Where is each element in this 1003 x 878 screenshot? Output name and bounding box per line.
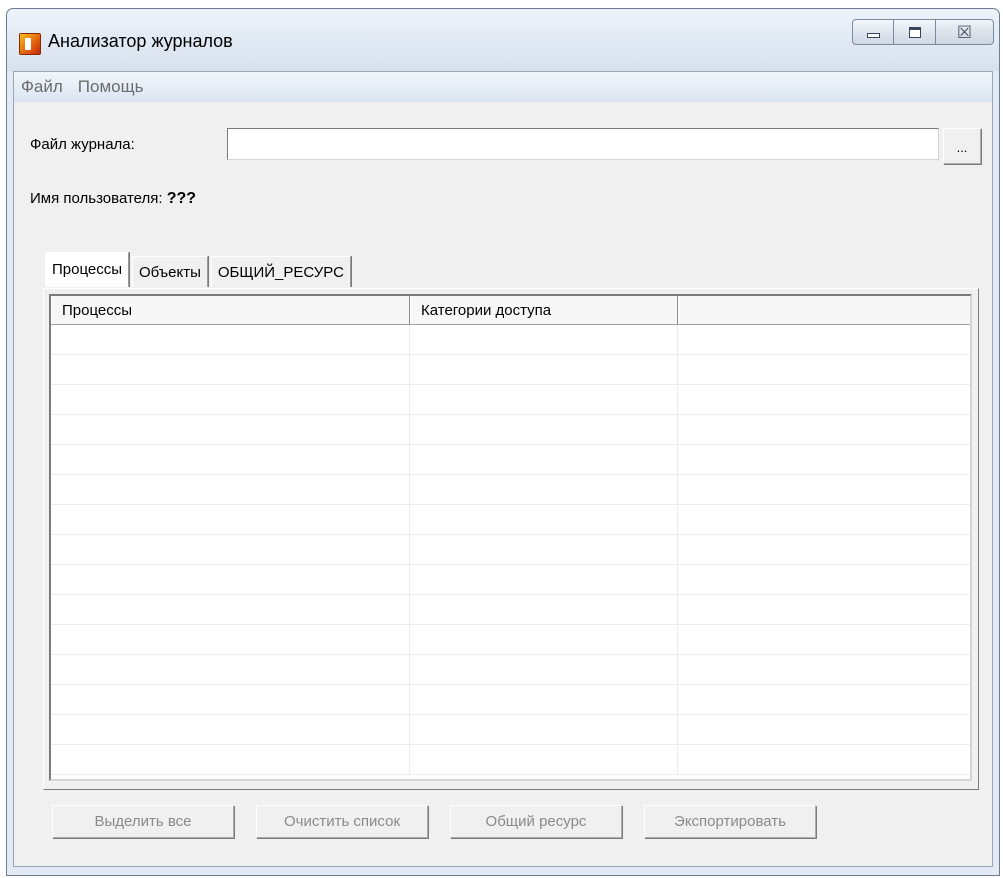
table-cell (51, 445, 410, 474)
table-cell (410, 415, 678, 444)
table-cell (678, 595, 970, 624)
column-header-empty[interactable] (678, 296, 970, 324)
column-header-access-categories[interactable]: Категории доступа (410, 296, 678, 324)
menu-file[interactable]: Файл (14, 77, 63, 97)
table-cell (410, 655, 678, 684)
table-cell (51, 595, 410, 624)
menu-help[interactable]: Помощь (71, 77, 144, 97)
minimize-button[interactable] (852, 19, 894, 45)
table-cell (678, 415, 970, 444)
table-cell (51, 385, 410, 414)
table-cell (678, 565, 970, 594)
table-cell (51, 625, 410, 654)
table-cell (678, 385, 970, 414)
maximize-button[interactable] (894, 19, 936, 45)
tab-shared-resource[interactable]: ОБЩИЙ_РЕСУРС (210, 256, 351, 287)
processes-list[interactable]: Процессы Категории доступа (49, 294, 972, 781)
window-title: Анализатор журналов (48, 31, 233, 51)
shared-resource-button[interactable]: Общий ресурс (450, 805, 622, 838)
table-row (51, 565, 970, 595)
table-cell (410, 355, 678, 384)
table-cell (410, 445, 678, 474)
table-cell (410, 565, 678, 594)
table-cell (51, 325, 410, 354)
table-row (51, 715, 970, 745)
table-row (51, 355, 970, 385)
table-row (51, 385, 970, 415)
tab-panel-processes: Процессы Категории доступа (43, 288, 979, 790)
table-cell (51, 715, 410, 744)
table-cell (678, 715, 970, 744)
table-row (51, 625, 970, 655)
table-cell (678, 625, 970, 654)
table-cell (678, 445, 970, 474)
close-button[interactable]: ☒ (936, 19, 994, 45)
close-icon: ☒ (956, 22, 973, 42)
table-row (51, 325, 970, 355)
table-cell (678, 745, 970, 774)
window-controls: ☒ (852, 19, 994, 45)
table-cell (678, 655, 970, 684)
table-row (51, 505, 970, 535)
table-row (51, 415, 970, 445)
table-cell (410, 745, 678, 774)
column-header-processes[interactable]: Процессы (51, 296, 410, 324)
table-cell (51, 415, 410, 444)
file-label: Файл журнала: (30, 136, 135, 153)
list-header: Процессы Категории доступа (51, 296, 970, 325)
action-buttons: Выделить все Очистить список Общий ресур… (52, 805, 838, 838)
table-cell (51, 685, 410, 714)
table-cell (410, 535, 678, 564)
table-cell (51, 355, 410, 384)
tab-objects[interactable]: Объекты (132, 256, 208, 287)
table-cell (678, 355, 970, 384)
maximize-icon (908, 26, 921, 38)
table-cell (410, 325, 678, 354)
table-row (51, 595, 970, 625)
select-all-button[interactable]: Выделить все (52, 805, 234, 838)
user-label-text: Имя пользователя: (30, 190, 163, 207)
client-area: Файл Помощь Файл журнала: ... Имя пользо… (13, 71, 993, 867)
table-cell (678, 325, 970, 354)
table-cell (410, 385, 678, 414)
table-cell (51, 655, 410, 684)
table-cell (678, 685, 970, 714)
clear-list-button[interactable]: Очистить список (256, 805, 428, 838)
table-row (51, 445, 970, 475)
minimize-icon (866, 32, 880, 38)
table-row (51, 685, 970, 715)
main-window: Анализатор журналов ☒ Файл Помощь Файл ж… (6, 8, 1000, 876)
table-row (51, 745, 970, 775)
table-cell (678, 475, 970, 504)
title-bar[interactable]: Анализатор журналов ☒ (7, 9, 999, 71)
table-row (51, 655, 970, 685)
table-cell (410, 625, 678, 654)
tab-strip: Процессы Объекты ОБЩИЙ_РЕСУРС (45, 252, 354, 287)
user-label: Имя пользователя: ??? (30, 190, 196, 208)
table-row (51, 475, 970, 505)
user-value: ??? (166, 190, 197, 207)
table-cell (51, 475, 410, 504)
export-button[interactable]: Экспортировать (644, 805, 816, 838)
table-cell (410, 475, 678, 504)
list-rows (51, 325, 970, 775)
table-cell (410, 715, 678, 744)
table-cell (678, 535, 970, 564)
table-cell (410, 685, 678, 714)
table-cell (51, 745, 410, 774)
table-cell (678, 505, 970, 534)
table-cell (410, 595, 678, 624)
table-cell (410, 505, 678, 534)
log-file-input[interactable] (227, 128, 939, 160)
table-cell (51, 505, 410, 534)
table-cell (51, 535, 410, 564)
table-row (51, 535, 970, 565)
tab-processes[interactable]: Процессы (45, 252, 130, 287)
table-cell (51, 565, 410, 594)
browse-button[interactable]: ... (943, 128, 981, 164)
menu-bar: Файл Помощь (14, 72, 992, 102)
app-icon[interactable] (19, 33, 41, 55)
